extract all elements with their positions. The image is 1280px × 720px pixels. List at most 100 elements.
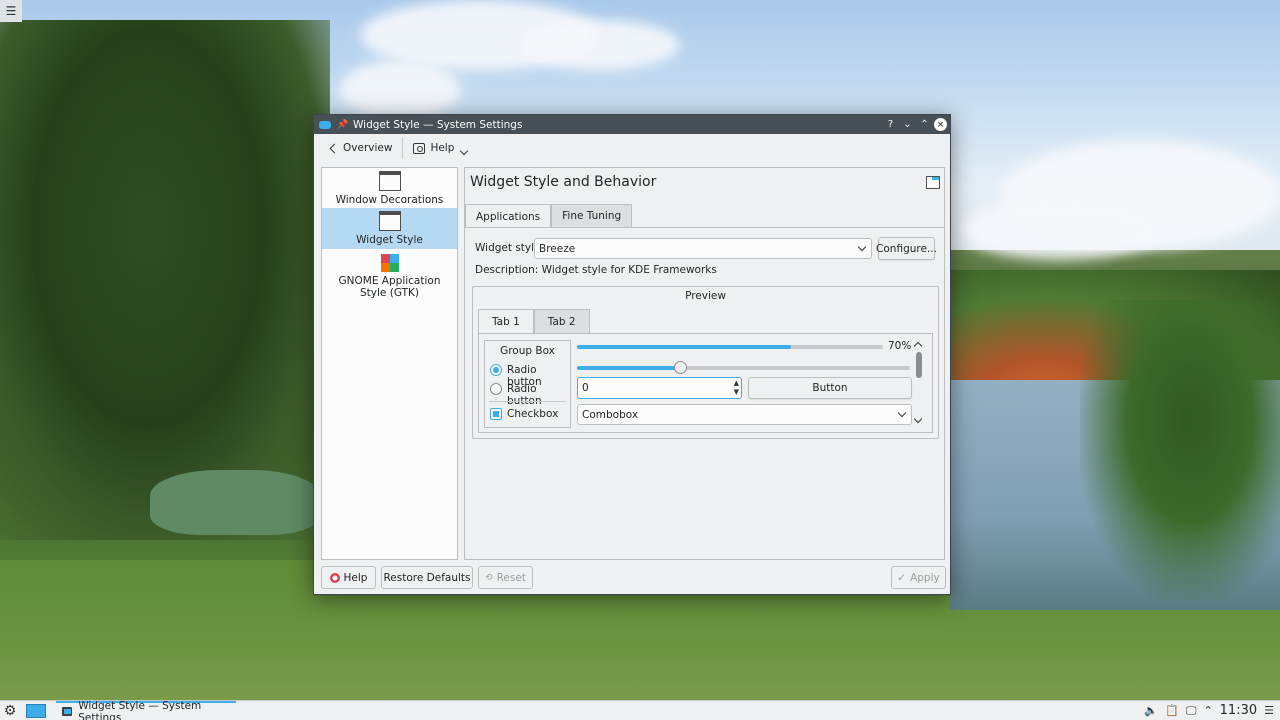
checkbox[interactable] [490, 408, 502, 420]
window-title: Widget Style — System Settings [353, 118, 523, 131]
clock[interactable]: 11:30 [1220, 703, 1257, 718]
tab-label: Fine Tuning [562, 210, 622, 222]
restore-defaults-button[interactable]: Restore Defaults [381, 566, 473, 589]
group-separator [489, 401, 566, 402]
display-icon[interactable]: 🖵 [1186, 704, 1197, 718]
checkmark-icon: ✓ [897, 571, 907, 584]
wallpaper-trees-left [0, 20, 330, 540]
preview-button[interactable]: Button [748, 377, 912, 399]
toolbar: Overview Help [314, 134, 950, 162]
taskbar: ⚙ Widget Style — System Settings 🔈 📋 🖵 ⌃… [0, 700, 1280, 720]
widget-style-icon [378, 211, 401, 231]
combobox-value: Combobox [582, 408, 639, 421]
radio-button-1[interactable] [490, 364, 502, 376]
scroll-down-icon[interactable] [913, 414, 923, 424]
spin-arrows-icon[interactable]: ▲ ▼ [734, 379, 739, 397]
radio-button-2[interactable] [490, 383, 502, 395]
preview-title: Preview [685, 290, 726, 302]
description: Description: Widget style for KDE Framew… [475, 264, 717, 276]
help-menu-button[interactable]: Help [407, 136, 473, 160]
reset-button[interactable]: ⟲ Reset [478, 566, 533, 589]
scrollbar-thumb[interactable] [916, 352, 922, 378]
configure-label: Configure... [876, 242, 937, 255]
volume-icon[interactable]: 🔈 [1144, 704, 1158, 717]
spinbox-value: 0 [582, 382, 589, 394]
expand-tray-icon[interactable]: ⌃ [1203, 704, 1212, 717]
widget-style-value: Breeze [539, 242, 576, 255]
virtual-desktop-pager[interactable] [26, 703, 46, 718]
window-decorations-icon [378, 171, 401, 191]
reset-icon: ⟲ [485, 572, 493, 583]
progress-text: 70% [888, 340, 912, 352]
radio-label-2: Radio button [507, 383, 542, 407]
sidebar-item-label: Window Decorations [335, 194, 444, 206]
overview-label: Overview [343, 142, 393, 154]
chevron-left-icon [329, 143, 340, 153]
spinbox[interactable]: 0 ▲ ▼ [577, 377, 742, 399]
chevron-down-icon [897, 408, 907, 418]
tab-preview-1[interactable]: Tab 1 [478, 309, 534, 333]
group-box-title: Group Box [500, 345, 555, 357]
toolbar-separator [402, 137, 404, 159]
tab-bar: Applications Fine Tuning [465, 204, 633, 228]
sidebar-item-gtk[interactable]: GNOME Application Style (GTK) [322, 249, 457, 301]
help-menu-label: Help [430, 142, 455, 154]
slider-handle[interactable] [674, 361, 688, 374]
chevron-down-icon [857, 242, 867, 252]
pin-icon[interactable]: 📌 [337, 120, 348, 130]
preview-tab-content: Group Box Radio button Radio button Chec… [478, 333, 933, 433]
title-bar[interactable]: 📌 Widget Style — System Settings ? ⌄ ⌃ × [314, 115, 950, 134]
scrollbar[interactable] [912, 340, 926, 428]
desktop-menu-button[interactable]: ☰ [0, 0, 22, 22]
tab-applications[interactable]: Applications [465, 204, 552, 228]
system-tray: 🔈 📋 🖵 ⌃ 11:30 ☰ [1144, 701, 1274, 720]
sidebar-item-label: GNOME Application Style (GTK) [338, 275, 441, 299]
maximize-button[interactable]: ⌃ [917, 117, 932, 132]
help-contents-icon [413, 142, 426, 154]
wallpaper-pond [150, 470, 320, 535]
tab-label: Tab 2 [547, 315, 576, 328]
context-help-button[interactable]: ? [883, 117, 898, 132]
application-launcher-icon[interactable]: ⚙ [2, 703, 18, 719]
tab-preview-2[interactable]: Tab 2 [533, 309, 590, 333]
preview-tab-bar: Tab 1 Tab 2 [478, 309, 590, 333]
progress-bar [577, 345, 883, 349]
sidebar-item-widget-style[interactable]: Widget Style [322, 208, 457, 249]
task-label: Widget Style — System Settings [78, 699, 202, 720]
preview-box: Preview Tab 1 Tab 2 Group Box Radio butt… [472, 286, 939, 439]
close-button[interactable]: × [934, 118, 947, 131]
minimize-button[interactable]: ⌄ [900, 117, 915, 132]
wallpaper-palm [1080, 300, 1280, 600]
help-icon [329, 572, 340, 583]
task-system-settings[interactable]: Widget Style — System Settings [56, 699, 236, 720]
system-settings-window: 📌 Widget Style — System Settings ? ⌄ ⌃ ×… [313, 114, 951, 595]
preview-combobox[interactable]: Combobox [577, 404, 912, 425]
sidebar-item-label: Widget Style [356, 234, 423, 246]
slider-fill [577, 366, 681, 370]
system-settings-icon [62, 707, 73, 716]
scroll-up-icon[interactable] [913, 341, 923, 351]
help-button[interactable]: Help [321, 566, 376, 589]
configure-button[interactable]: Configure... [876, 237, 937, 260]
app-icon[interactable] [319, 120, 331, 129]
overview-button[interactable]: Overview [322, 136, 398, 160]
panel-menu-icon[interactable]: ☰ [1264, 704, 1274, 717]
tab-label: Applications [476, 210, 541, 223]
apply-button[interactable]: ✓ Apply [891, 566, 946, 589]
tab-label: Tab 1 [492, 315, 520, 328]
sidebar-item-window-decorations[interactable]: Window Decorations [322, 168, 457, 208]
tab-fine-tuning[interactable]: Fine Tuning [551, 204, 633, 227]
checkbox-label: Checkbox [507, 408, 559, 420]
slider[interactable] [577, 361, 910, 374]
gtk-icon [380, 254, 399, 272]
reset-label: Reset [496, 571, 526, 584]
sidebar: Window Decorations Widget Style GNOME Ap… [321, 167, 458, 560]
preview-button-label: Button [812, 382, 848, 394]
main-panel: Widget Style and Behavior Applications F… [464, 167, 945, 560]
window-icon [926, 176, 940, 189]
widget-style-combobox[interactable]: Breeze [534, 238, 872, 259]
clipboard-icon[interactable]: 📋 [1165, 704, 1179, 717]
chevron-down-icon [460, 146, 469, 156]
page-title: Widget Style and Behavior [470, 174, 657, 190]
progress-fill [577, 345, 792, 349]
